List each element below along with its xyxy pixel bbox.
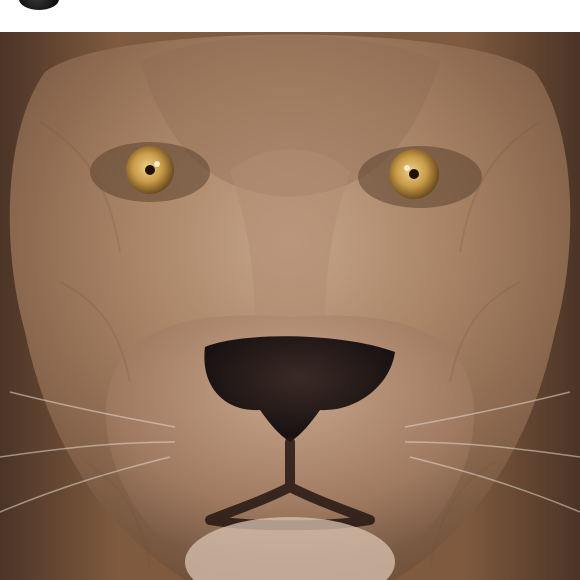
right-eye-glint bbox=[404, 165, 410, 171]
lion-face-closeup-icon bbox=[0, 32, 580, 580]
left-eye-glint bbox=[154, 161, 160, 167]
avatar-ring bbox=[19, 0, 59, 10]
post-image[interactable] bbox=[0, 32, 580, 580]
post-header bbox=[0, 0, 580, 32]
instagram-post bbox=[0, 0, 580, 580]
right-pupil-icon bbox=[409, 169, 419, 179]
left-pupil-icon bbox=[145, 165, 155, 175]
avatar[interactable] bbox=[16, 0, 62, 13]
